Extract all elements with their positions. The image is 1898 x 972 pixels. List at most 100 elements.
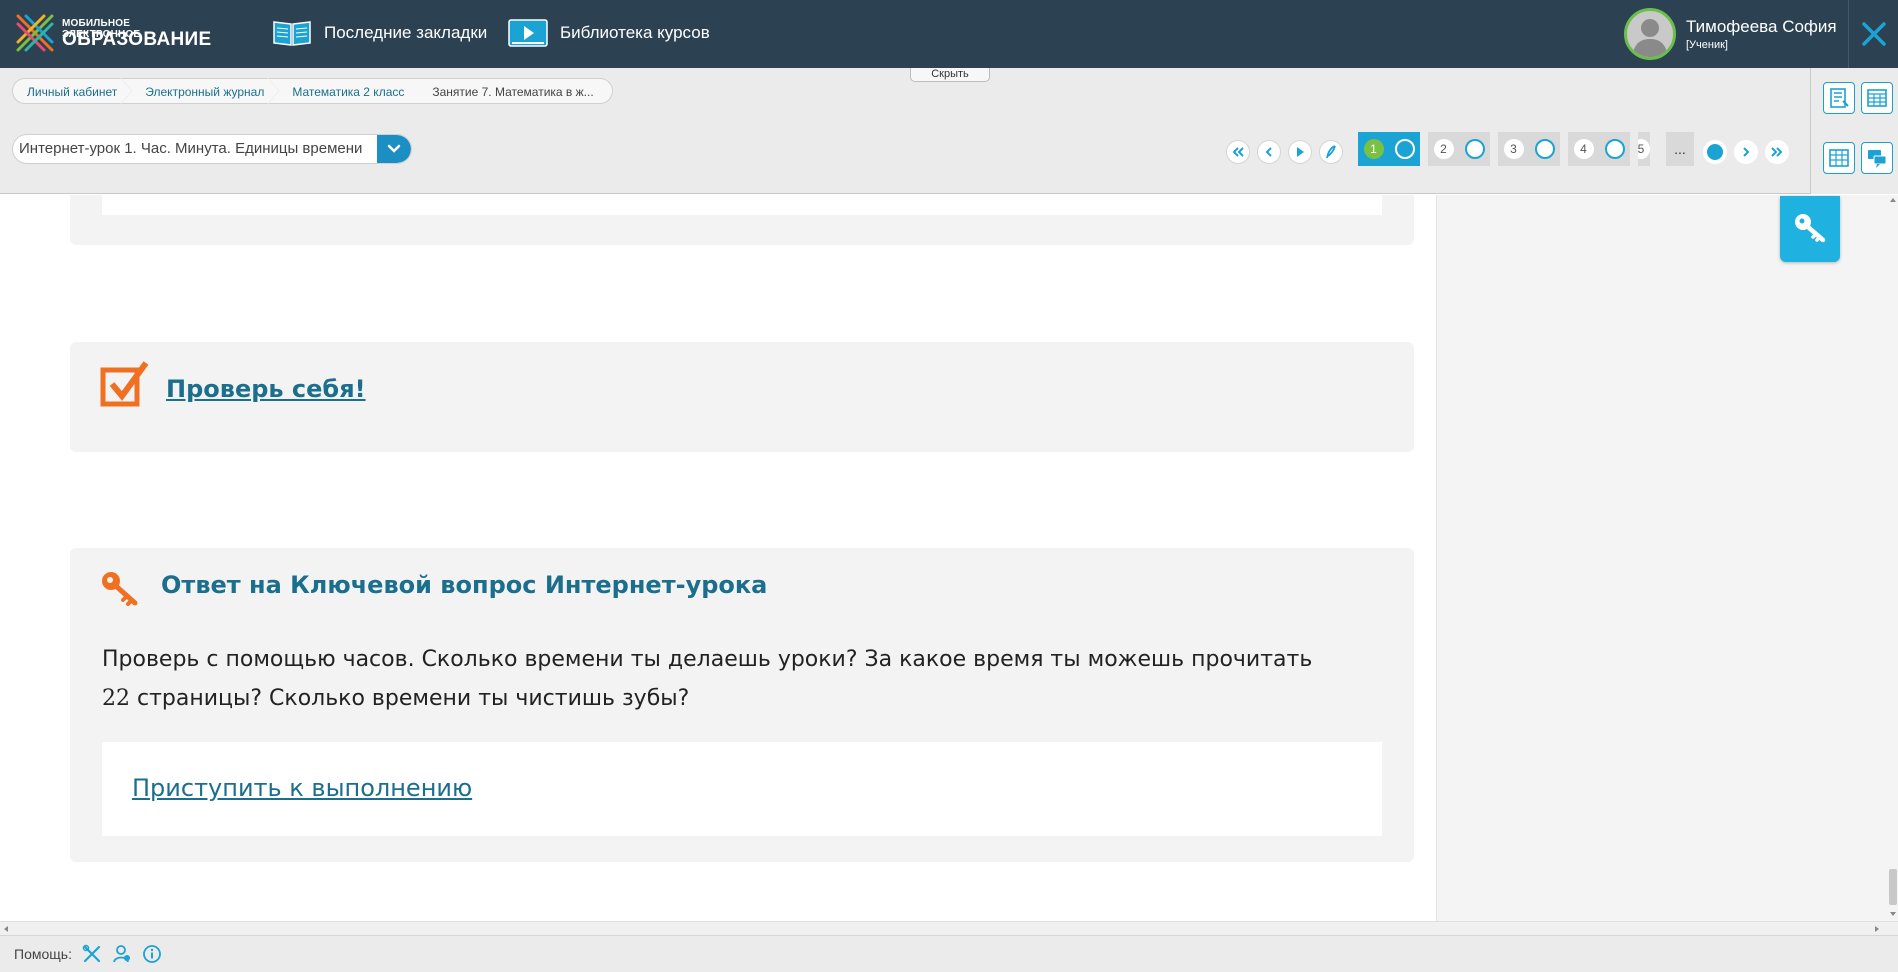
play-button[interactable] <box>1288 140 1312 164</box>
lesson-nav-controls-right <box>1696 140 1789 164</box>
video-icon <box>508 19 548 47</box>
logo-line2: ОБРАЗОВАНИЕ <box>62 29 212 50</box>
begin-task-link[interactable]: Приступить к выполнению <box>132 774 472 802</box>
book-icon <box>273 21 311 46</box>
page-step-number: 5 <box>1638 139 1650 159</box>
feather-icon <box>1326 145 1336 159</box>
breadcrumb-item-cabinet[interactable]: Личный кабинет <box>12 78 131 104</box>
page-step-number: 1 <box>1363 139 1384 159</box>
chat-icon <box>1868 150 1887 168</box>
avatar <box>1624 8 1676 60</box>
key-icon <box>102 572 138 606</box>
footer: Помощь: <box>0 935 1898 972</box>
double-chevron-left-icon <box>1232 147 1244 157</box>
user-name: Тимофеева София <box>1686 17 1837 36</box>
user-silhouette-icon <box>1632 19 1668 57</box>
check-yourself-link[interactable]: Проверь себя! <box>166 375 366 403</box>
chevron-left-icon <box>1265 147 1272 157</box>
page-step-number: 2 <box>1433 139 1454 159</box>
scroll-left-icon[interactable] <box>3 925 9 933</box>
lesson-nav-controls <box>1226 140 1350 164</box>
tools-help-button[interactable] <box>82 944 102 964</box>
progress-circle-icon <box>1464 139 1485 159</box>
notebook-icon <box>1830 88 1849 108</box>
table-tool-button[interactable] <box>1823 142 1855 174</box>
previous-card-body <box>102 195 1382 215</box>
previous-card <box>70 195 1414 245</box>
tools-panel <box>1810 68 1898 194</box>
chevron-down-icon[interactable] <box>377 135 411 163</box>
first-page-button[interactable] <box>1226 140 1250 164</box>
play-icon <box>1297 147 1304 157</box>
schedule-tool-button[interactable] <box>1861 82 1893 114</box>
lesson-select[interactable]: Интернет-урок 1. Час. Минута. Единицы вр… <box>12 134 412 164</box>
progress-circle-icon <box>1604 139 1625 159</box>
user-help-button[interactable] <box>112 944 132 964</box>
user-help-icon <box>113 945 130 963</box>
notes-button[interactable] <box>1319 140 1343 164</box>
nav-course-library-label: Библиотека курсов <box>560 23 710 42</box>
page-step-number: 3 <box>1503 139 1524 159</box>
close-button[interactable] <box>1848 0 1898 68</box>
breadcrumb-item-course[interactable]: Математика 2 класс <box>268 78 418 104</box>
begin-box: Приступить к выполнению <box>102 742 1382 836</box>
key-question-number: 22 <box>102 686 130 711</box>
scroll-right-icon[interactable] <box>1874 925 1880 933</box>
lesson-select-value: Интернет-урок 1. Час. Минута. Единицы вр… <box>19 140 363 157</box>
key-answer-button[interactable] <box>1780 196 1840 262</box>
horizontal-scrollbar[interactable] <box>0 921 1898 935</box>
close-icon <box>1861 22 1886 46</box>
key-question-title: Ответ на Ключевой вопрос Интернет-урока <box>161 571 768 599</box>
progress-circle-icon <box>1394 139 1415 159</box>
logo[interactable]: МОБИЛЬНОЕ ЭЛЕКТРОННОЕ ОБРАЗОВАНИЕ <box>14 12 211 54</box>
checkbox-check-icon <box>100 361 149 407</box>
breadcrumb: Личный кабинет Электронный журнал Матема… <box>12 78 613 104</box>
help-label: Помощь: <box>14 946 72 962</box>
page-step-2[interactable]: 2 <box>1428 132 1490 166</box>
breadcrumb-item-lesson[interactable]: Занятие 7. Математика в ж... <box>408 78 613 104</box>
nav-recent-bookmarks[interactable]: Последние закладки <box>272 16 487 50</box>
calendar-grid-icon <box>1867 89 1887 107</box>
user-profile[interactable]: Тимофеева София [Ученик] <box>1624 8 1837 60</box>
chevron-right-icon <box>1743 147 1750 157</box>
table-icon <box>1829 149 1849 167</box>
key-icon <box>1795 214 1826 243</box>
key-question-card: Ответ на Ключевой вопрос Интернет-урока … <box>70 548 1414 862</box>
progress-circle-icon <box>1534 139 1555 159</box>
lesson-content: Проверь себя! Ответ на Ключевой вопрос И… <box>0 195 1436 921</box>
page-step-5[interactable]: 5 <box>1638 132 1650 166</box>
page-steps: 1 2 3 4 5 <box>1358 132 1658 166</box>
key-question-text-line2: страницы? Сколько времени ты чистишь зуб… <box>130 686 690 711</box>
scroll-down-icon[interactable] <box>1889 911 1897 917</box>
double-chevron-right-icon <box>1771 147 1783 157</box>
scroll-up-icon[interactable] <box>1889 197 1897 203</box>
last-page-button[interactable] <box>1765 140 1789 164</box>
nav-recent-bookmarks-label: Последние закладки <box>324 23 488 42</box>
nav-course-library[interactable]: Библиотека курсов <box>508 16 710 50</box>
more-pages-button[interactable]: ... <box>1666 132 1694 166</box>
right-side-panel <box>1436 195 1888 921</box>
messages-tool-button[interactable] <box>1861 142 1893 174</box>
prev-page-button[interactable] <box>1257 140 1281 164</box>
info-button[interactable] <box>142 944 162 964</box>
user-role: [Ученик] <box>1686 39 1728 51</box>
check-yourself-card: Проверь себя! <box>70 342 1414 452</box>
lesson-toolbar: Скрыть Личный кабинет Электронный журнал… <box>0 68 1898 194</box>
tools-icon <box>82 944 101 963</box>
vertical-scrollbar[interactable] <box>1888 195 1898 921</box>
page-step-4[interactable]: 4 <box>1568 132 1630 166</box>
key-question-text-line1: Проверь с помощью часов. Сколько времени… <box>102 647 1313 672</box>
page-step-3[interactable]: 3 <box>1498 132 1560 166</box>
top-header: МОБИЛЬНОЕ ЭЛЕКТРОННОЕ ОБРАЗОВАНИЕ Послед… <box>0 0 1898 68</box>
gradebook-tool-button[interactable] <box>1823 82 1855 114</box>
next-page-button[interactable] <box>1734 140 1758 164</box>
info-icon <box>143 945 161 963</box>
key-question-text: Проверь с помощью часов. Сколько времени… <box>102 640 1322 718</box>
logo-mark-icon <box>16 14 54 52</box>
current-page-indicator[interactable] <box>1703 140 1727 164</box>
page-step-1[interactable]: 1 <box>1358 132 1420 166</box>
hide-button[interactable]: Скрыть <box>910 68 990 82</box>
breadcrumb-item-journal[interactable]: Электронный журнал <box>121 78 278 104</box>
page-step-number: 4 <box>1573 139 1594 159</box>
vertical-scrollbar-thumb[interactable] <box>1889 869 1897 905</box>
